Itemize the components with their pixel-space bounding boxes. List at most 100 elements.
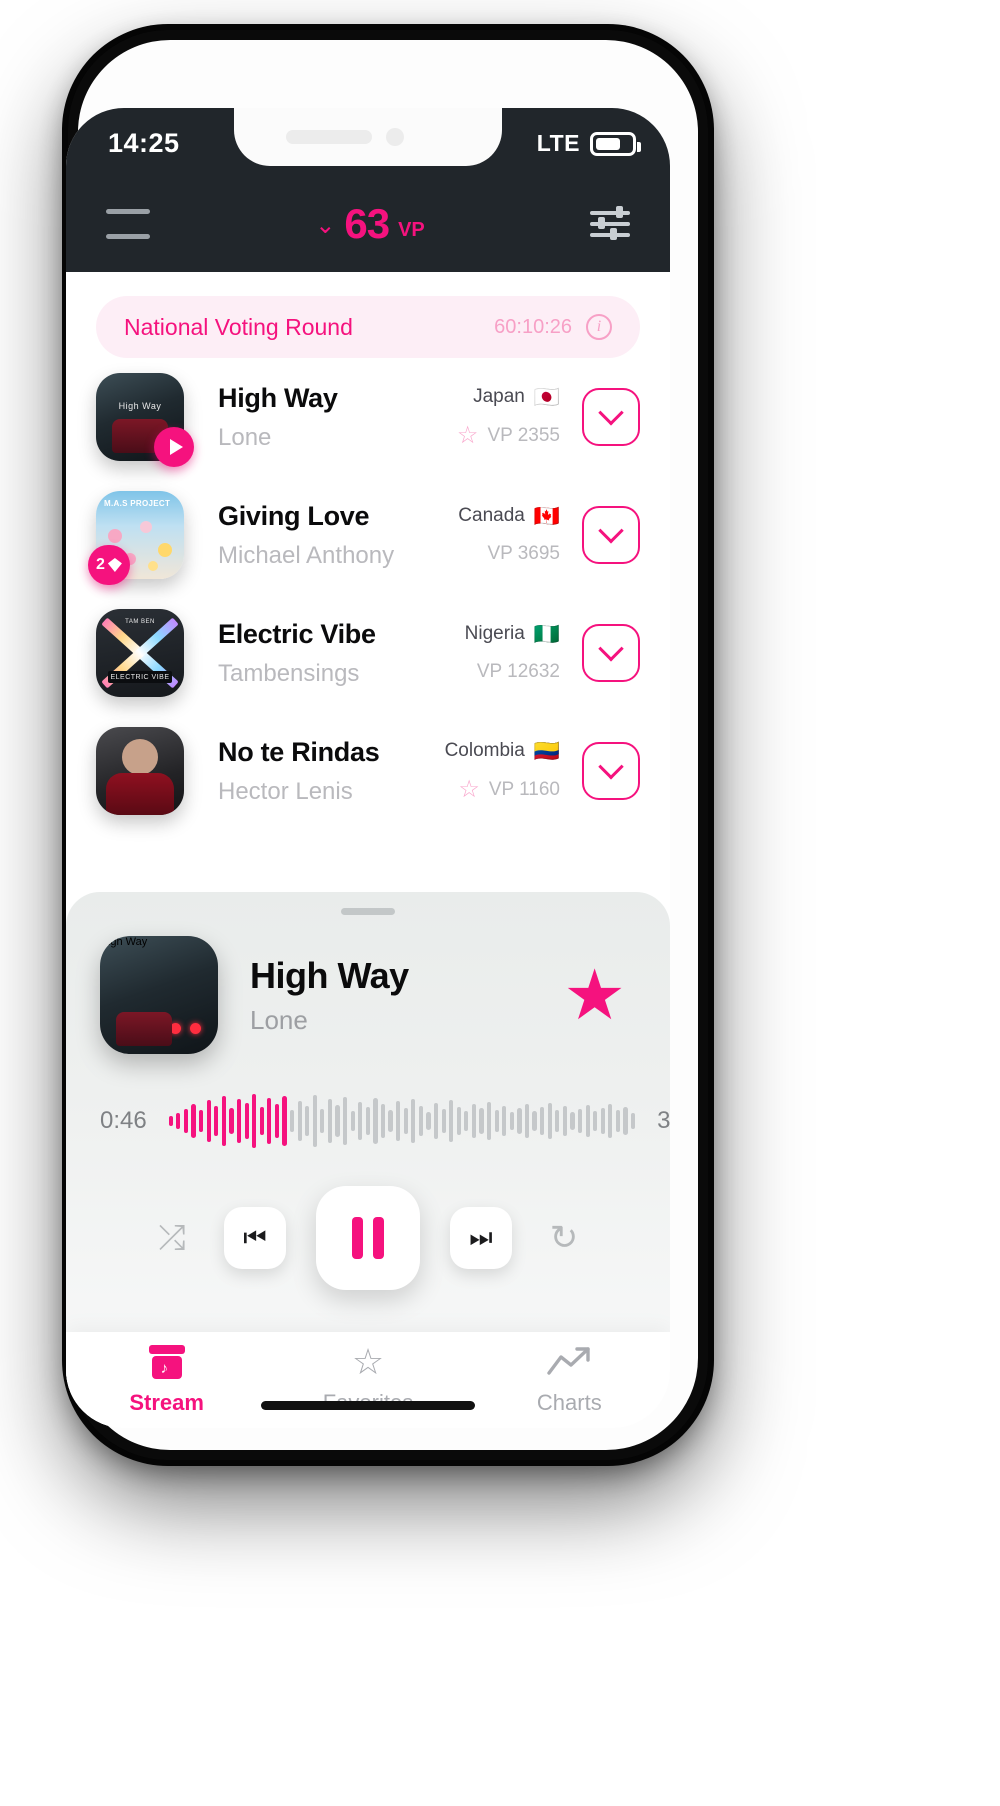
gem-icon xyxy=(107,558,122,572)
flag-icon: 🇳🇬 xyxy=(533,622,560,646)
track-vp: VP 3695 xyxy=(458,543,560,565)
now-playing-title: High Way xyxy=(250,954,409,996)
track-title: Giving Love xyxy=(218,500,370,531)
equalizer-icon[interactable] xyxy=(589,206,630,242)
elapsed-time: 0:46 xyxy=(100,1107,147,1134)
hamburger-menu-icon[interactable] xyxy=(106,209,150,239)
star-icon: ☆ xyxy=(351,1341,385,1382)
now-playing-art: High Way xyxy=(100,936,218,1054)
track-country: Nigeria 🇳🇬 xyxy=(465,623,560,645)
status-bar-indicators: LTE xyxy=(536,130,641,157)
home-indicator xyxy=(261,1401,475,1410)
vp-label: VP 1160 xyxy=(488,779,560,800)
favorite-star-icon[interactable]: ★ xyxy=(563,960,626,1030)
album-art xyxy=(96,727,184,815)
country-label: Canada xyxy=(458,505,525,526)
album-art-wrapper[interactable]: High Way xyxy=(96,373,194,467)
tab-charts[interactable]: Charts xyxy=(494,1344,644,1416)
gem-badge: 2 xyxy=(88,545,130,585)
vp-label: VP 3695 xyxy=(487,543,560,564)
country-label: Colombia xyxy=(444,740,525,761)
network-label: LTE xyxy=(536,130,580,156)
track-stats: Canada 🇨🇦 VP 3695 xyxy=(458,505,582,565)
expand-row-button[interactable] xyxy=(582,624,640,682)
repeat-icon[interactable]: ↻ xyxy=(542,1216,586,1260)
play-icon[interactable] xyxy=(154,427,194,467)
album-art-wrapper[interactable] xyxy=(96,727,184,815)
vp-count: 63 xyxy=(344,200,390,247)
table-row[interactable]: M.A.S PROJECT 2 Giving Love Michael Anth… xyxy=(66,476,670,594)
expand-row-button[interactable] xyxy=(582,388,640,446)
track-vp: VP 12632 xyxy=(465,661,560,683)
track-artist: Tambensings xyxy=(218,659,360,687)
battery-icon xyxy=(590,131,641,156)
status-bar-time: 14:25 xyxy=(108,128,180,158)
vp-label: VP 2355 xyxy=(487,425,560,446)
track-vp: ☆ VP 2355 xyxy=(457,424,560,448)
front-camera xyxy=(386,128,404,146)
track-country: Japan 🇯🇵 xyxy=(457,386,560,408)
next-button[interactable]: ⏭ xyxy=(450,1207,512,1269)
now-playing-header: High Way High Way Lone ★ xyxy=(66,892,670,1054)
track-artist: Lone xyxy=(218,423,272,451)
expand-row-button[interactable] xyxy=(582,742,640,800)
waveform-seekbar[interactable] xyxy=(168,1090,636,1152)
now-playing-sheet: High Way High Way Lone ★ 0:46 3:02 ⤮ ⏮ xyxy=(66,892,670,1332)
stream-icon: ♪ xyxy=(148,1344,185,1380)
seek-bar-row: 0:46 3:02 xyxy=(66,1054,670,1152)
screenshot-root: 14:25 LTE ⌄ 63 VP National Voting Round … xyxy=(0,0,1000,1806)
sheet-drag-handle[interactable] xyxy=(341,908,395,915)
track-stats: Colombia 🇨🇴 ☆ VP 1160 xyxy=(445,740,582,802)
phone-notch xyxy=(234,108,502,166)
playback-controls: ⤮ ⏮ ⏭ ↻ xyxy=(66,1152,670,1290)
country-label: Nigeria xyxy=(464,623,525,644)
table-row[interactable]: No te Rindas Hector Lenis Colombia 🇨🇴 ☆ … xyxy=(66,712,670,830)
flag-icon: 🇨🇴 xyxy=(533,739,560,763)
tab-stream[interactable]: ♪ Stream xyxy=(92,1344,242,1416)
table-row[interactable]: TAM BEN ELECTRIC VIBE Electric Vibe Tamb… xyxy=(66,594,670,712)
track-title: No te Rindas xyxy=(218,736,380,767)
star-outline-icon: ☆ xyxy=(456,422,479,449)
total-time: 3:02 xyxy=(657,1107,670,1134)
vp-balance[interactable]: ⌄ 63 VP xyxy=(315,200,425,248)
previous-button[interactable]: ⏮ xyxy=(224,1207,286,1269)
chevron-down-icon: ⌄ xyxy=(315,212,336,239)
now-playing-artist: Lone xyxy=(250,1004,308,1035)
shuffle-icon[interactable]: ⤮ xyxy=(150,1216,194,1260)
track-stats: Japan 🇯🇵 ☆ VP 2355 xyxy=(457,386,582,448)
voting-round-meta: 60:10:26 i xyxy=(494,314,612,340)
tab-label: Charts xyxy=(536,1390,602,1415)
track-title: High Way xyxy=(218,382,338,413)
voting-round-banner[interactable]: National Voting Round 60:10:26 i xyxy=(96,296,640,358)
track-info: Electric Vibe Tambensings xyxy=(184,619,465,688)
track-info: No te Rindas Hector Lenis xyxy=(184,737,445,806)
track-artist: Hector Lenis xyxy=(218,777,353,805)
app-header: ⌄ 63 VP xyxy=(66,176,670,272)
album-art-wrapper[interactable]: M.A.S PROJECT 2 xyxy=(88,491,184,585)
gem-count: 2 xyxy=(96,556,105,573)
track-info: Giving Love Michael Anthony xyxy=(184,501,458,570)
flag-icon: 🇯🇵 xyxy=(533,385,560,409)
album-art: TAM BEN ELECTRIC VIBE xyxy=(96,609,184,697)
track-country: Canada 🇨🇦 xyxy=(458,505,560,527)
track-stats: Nigeria 🇳🇬 VP 12632 xyxy=(465,623,582,683)
album-art-wrapper[interactable]: TAM BEN ELECTRIC VIBE xyxy=(96,609,184,697)
table-row[interactable]: High Way High Way Lone Japan 🇯🇵 ☆ VP 235… xyxy=(66,358,670,476)
info-icon[interactable]: i xyxy=(586,314,612,340)
track-artist: Michael Anthony xyxy=(218,541,395,569)
track-info: High Way Lone xyxy=(184,383,457,452)
phone-screen: 14:25 LTE ⌄ 63 VP National Voting Round … xyxy=(66,108,670,1428)
vp-label: VP 12632 xyxy=(476,661,560,682)
star-outline-icon: ☆ xyxy=(458,776,480,803)
tab-label: Stream xyxy=(129,1390,204,1415)
trending-up-icon xyxy=(547,1344,591,1380)
voting-round-timer: 60:10:26 xyxy=(494,315,572,338)
track-vp: ☆ VP 1160 xyxy=(445,778,560,802)
flag-icon: 🇨🇦 xyxy=(533,504,560,528)
expand-row-button[interactable] xyxy=(582,506,640,564)
pause-button[interactable] xyxy=(316,1186,420,1290)
bottom-tab-bar: ♪ Stream ☆ Favorites Charts xyxy=(66,1332,670,1428)
track-title: Electric Vibe xyxy=(218,618,376,649)
now-playing-meta: High Way Lone xyxy=(218,955,563,1036)
track-country: Colombia 🇨🇴 xyxy=(445,740,560,762)
